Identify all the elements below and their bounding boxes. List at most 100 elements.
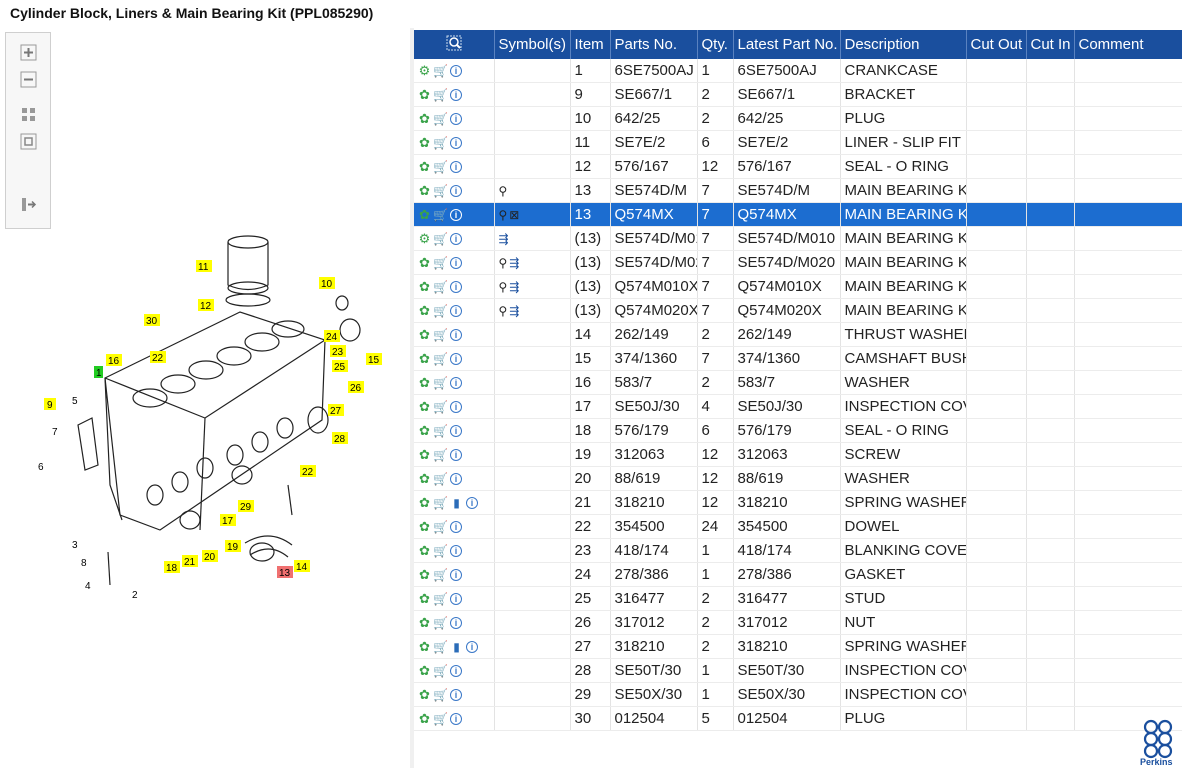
table-row[interactable]: ⚙🛒i⇶(13)SE574D/M0107SE574D/M010MAIN BEAR… [414, 226, 1182, 251]
gears-icon[interactable]: ⚙ [418, 231, 431, 246]
header-qty[interactable]: Qty. [697, 30, 734, 59]
actual-size-button[interactable] [19, 132, 38, 151]
split-icon[interactable]: ⇶ [509, 280, 519, 294]
table-row[interactable]: ✿ 🛒 i 18 576/179 6 576/179 SEAL - O RING [414, 418, 1182, 443]
info-icon[interactable]: i [450, 544, 462, 557]
gear-icon[interactable]: ✿ [418, 303, 431, 318]
callout-1[interactable]: 1 [96, 368, 102, 379]
callout-22b[interactable]: 22 [302, 467, 314, 478]
callout-8[interactable]: 8 [81, 558, 87, 569]
cart-icon[interactable]: 🛒 [433, 400, 448, 414]
zoom-out-button[interactable] [19, 70, 38, 89]
info-icon[interactable]: i [450, 136, 462, 149]
table-row[interactable]: ✿ 🛒 i 19 312063 12 312063 SCREW [414, 442, 1182, 467]
info-icon[interactable]: i [450, 592, 462, 605]
cart-icon[interactable]: 🛒 [433, 160, 448, 174]
callout-21[interactable]: 21 [184, 557, 196, 568]
gear-icon[interactable]: ✿ [418, 159, 431, 174]
table-row[interactable]: ✿🛒i⚲⊠13Q574MX7Q574MXMAIN BEARING KIT [414, 202, 1182, 227]
cart-icon[interactable]: 🛒 [433, 304, 448, 318]
table-row[interactable]: ✿ 🛒 i 24 278/386 1 278/386 GASKET [414, 562, 1182, 587]
table-row[interactable]: ✿ 🛒 i 23 418/174 1 418/174 BLANKING COVER [414, 538, 1182, 563]
info-icon[interactable]: i [450, 256, 462, 269]
table-row[interactable]: ✿ 🛒 i 16 583/7 2 583/7 WASHER [414, 370, 1182, 395]
callout-28[interactable]: 28 [334, 434, 346, 445]
callout-4[interactable]: 4 [85, 581, 91, 592]
header-description[interactable]: Description [840, 30, 967, 59]
callout-6[interactable]: 6 [38, 462, 44, 473]
table-row[interactable]: ✿ 🛒 ▮ i 27 318210 2 318210 SPRING WASHER [414, 634, 1182, 659]
gear-icon[interactable]: ✿ [418, 135, 431, 150]
callout-20[interactable]: 20 [204, 552, 216, 563]
cart-icon[interactable]: 🛒 [433, 712, 448, 726]
gear-icon[interactable]: ✿ [418, 279, 431, 294]
cart-icon[interactable]: 🛒 [433, 376, 448, 390]
gear-icon[interactable]: ✿ [418, 399, 431, 414]
header-search[interactable] [414, 30, 495, 59]
info-icon[interactable]: i [450, 616, 462, 629]
info-icon[interactable]: i [450, 184, 462, 197]
info-icon[interactable]: i [450, 448, 462, 461]
book-icon[interactable]: ▮ [450, 496, 463, 510]
callout-12[interactable]: 12 [200, 301, 212, 312]
table-row[interactable]: ✿ 🛒 i 22 354500 24 354500 DOWEL [414, 514, 1182, 539]
gear-icon[interactable]: ✿ [418, 447, 431, 462]
table-row[interactable]: ✿ 🛒 i 14 262/149 2 262/149 THRUST WASHER [414, 322, 1182, 347]
gear-icon[interactable]: ✿ [418, 615, 431, 630]
split-icon[interactable]: ⇶ [499, 232, 509, 246]
gear-icon[interactable]: ✿ [418, 351, 431, 366]
gear-icon[interactable]: ✿ [418, 255, 431, 270]
info-icon[interactable]: i [450, 232, 462, 245]
table-row[interactable]: ✿ 🛒 i 25 316477 2 316477 STUD [414, 586, 1182, 611]
table-row[interactable]: ✿🛒i⚲13SE574D/M7SE574D/MMAIN BEARING KIT [414, 178, 1182, 203]
callout-11[interactable]: 11 [198, 262, 209, 273]
pin-icon[interactable]: ⚲ [499, 280, 508, 294]
table-row[interactable]: ✿ 🛒 i 26 317012 2 317012 NUT [414, 610, 1182, 635]
gear-icon[interactable]: ✿ [418, 639, 431, 654]
callout-5[interactable]: 5 [72, 396, 78, 407]
header-item[interactable]: Item [570, 30, 611, 59]
table-row[interactable]: ✿🛒i⚲⇶(13)SE574D/M0207SE574D/M020MAIN BEA… [414, 250, 1182, 275]
cart-icon[interactable]: 🛒 [433, 280, 448, 294]
gear-icon[interactable]: ✿ [418, 567, 431, 582]
cart-icon[interactable]: 🛒 [433, 592, 448, 606]
info-icon[interactable]: i [450, 208, 462, 221]
info-icon[interactable]: i [450, 520, 462, 533]
gear-icon[interactable]: ✿ [418, 711, 431, 726]
callout-13[interactable]: 13 [279, 568, 291, 579]
table-row[interactable]: ⚙ 🛒 i 1 6SE7500AJ 1 6SE7500AJ CRANKCASE [414, 59, 1182, 83]
cart-icon[interactable]: 🛒 [433, 568, 448, 582]
header-parts-no[interactable]: Parts No. [610, 30, 698, 59]
callout-29[interactable]: 29 [240, 502, 252, 513]
table-row[interactable]: ✿ 🛒 i 15 374/1360 7 374/1360 CAMSHAFT BUSH [414, 346, 1182, 371]
cart-icon[interactable]: 🛒 [433, 640, 448, 654]
cart-icon[interactable]: 🛒 [433, 328, 448, 342]
gear-icon[interactable]: ✿ [418, 471, 431, 486]
callout-17[interactable]: 17 [222, 516, 234, 527]
table-row[interactable]: ✿ 🛒 i 10 642/25 2 642/25 PLUG [414, 106, 1182, 131]
gear-icon[interactable]: ✿ [418, 591, 431, 606]
cart-icon[interactable]: 🛒 [433, 64, 448, 78]
callout-26[interactable]: 26 [350, 383, 362, 394]
cart-icon[interactable]: 🛒 [433, 88, 448, 102]
header-cut-in[interactable]: Cut In [1026, 30, 1075, 59]
gear-icon[interactable]: ✿ [418, 687, 431, 702]
header-symbols[interactable]: Symbol(s) [494, 30, 571, 59]
gears-icon[interactable]: ⚙ [418, 63, 431, 78]
table-row[interactable]: ✿ 🛒 i ⚲ ⇶ (13) Q574M020X 7 Q574M020X MAIN BEARING… [414, 298, 1182, 323]
info-icon[interactable]: i [450, 88, 462, 101]
pin-icon[interactable]: ⚲ [499, 208, 508, 222]
table-row[interactable]: ✿ 🛒 i 9 SE667/1 2 SE667/1 BRACKET [414, 82, 1182, 107]
info-icon[interactable]: i [450, 712, 462, 725]
cart-icon[interactable]: 🛒 [433, 184, 448, 198]
gear-icon[interactable]: ✿ [418, 111, 431, 126]
callout-18[interactable]: 18 [166, 563, 178, 574]
callout-7[interactable]: 7 [52, 427, 58, 438]
gear-icon[interactable]: ✿ [418, 183, 431, 198]
callout-2[interactable]: 2 [132, 590, 138, 601]
table-row[interactable]: ✿🛒i17SE50J/304SE50J/30INSPECTION COVER [414, 394, 1182, 419]
info-icon[interactable]: i [450, 304, 462, 317]
pin-icon[interactable]: ⚲ [499, 256, 508, 270]
cart-icon[interactable]: 🛒 [433, 136, 448, 150]
info-icon[interactable]: i [450, 664, 462, 677]
